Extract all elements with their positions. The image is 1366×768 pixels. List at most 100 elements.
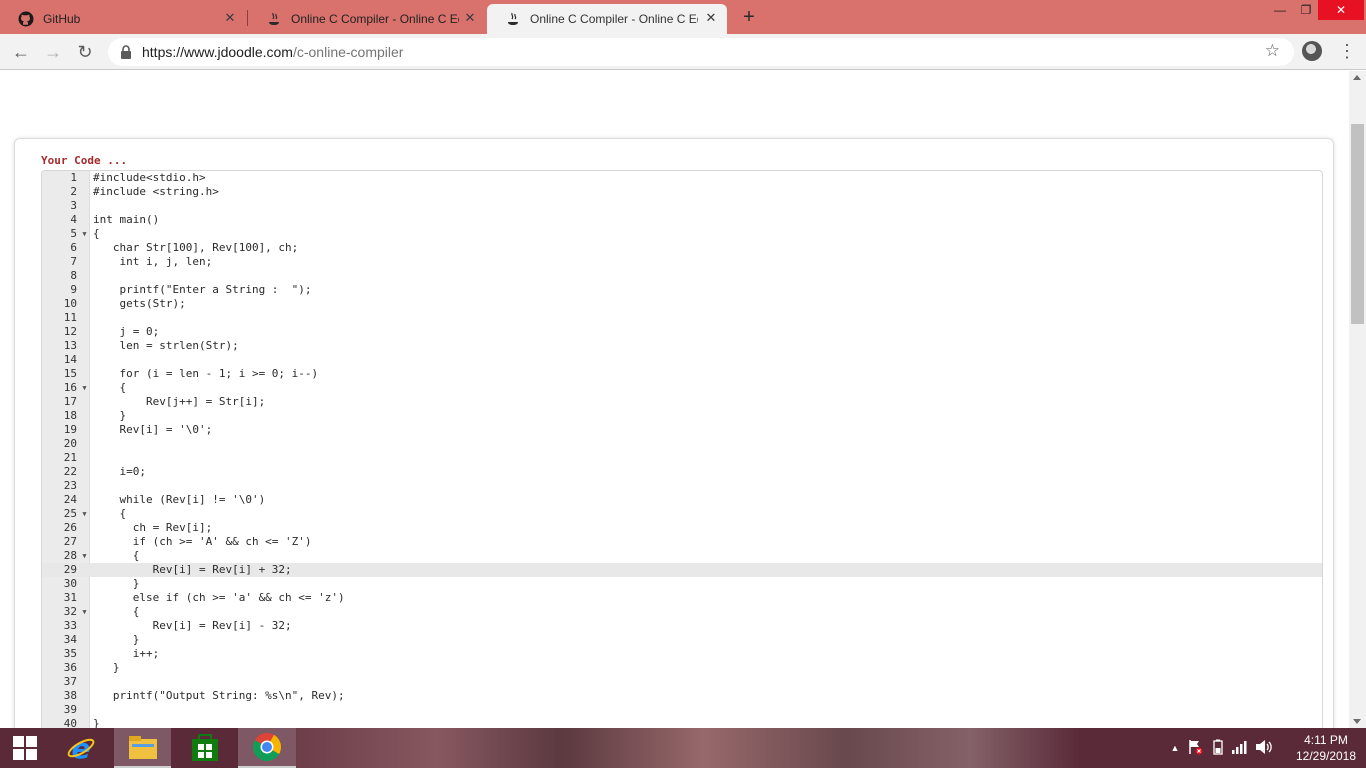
minimize-button[interactable]: —: [1266, 0, 1294, 20]
code-line[interactable]: 16 ▼ {: [42, 381, 1322, 395]
line-number: 14: [63, 353, 77, 366]
line-code-text: Rev[i] = Rev[i] - 32;: [93, 619, 292, 632]
code-line[interactable]: 10 gets(Str);: [42, 297, 1322, 311]
close-tab-icon[interactable]: ✕: [222, 10, 238, 26]
code-line[interactable]: 38 printf("Output String: %s\n", Rev);: [42, 689, 1322, 703]
code-line[interactable]: 28 ▼ {: [42, 549, 1322, 563]
restore-button[interactable]: ❐: [1292, 0, 1320, 20]
new-tab-button[interactable]: +: [739, 6, 759, 28]
code-line[interactable]: 7 int i, j, len;: [42, 255, 1322, 269]
store-icon[interactable]: [180, 728, 230, 768]
line-number: 20: [63, 437, 77, 450]
line-code-text: #include <string.h>: [93, 185, 219, 198]
code-line[interactable]: 30 }: [42, 577, 1322, 591]
code-line[interactable]: 29 Rev[i] = Rev[i] + 32;: [42, 563, 1322, 577]
code-line[interactable]: 4 int main(): [42, 213, 1322, 227]
tab-online-c-compiler-1[interactable]: Online C Compiler - Online C Edi ✕: [248, 4, 486, 34]
scroll-down-arrow-icon[interactable]: [1353, 719, 1361, 724]
line-code-text: ch = Rev[i];: [93, 521, 213, 534]
code-line[interactable]: 36 }: [42, 661, 1322, 675]
scroll-up-arrow-icon[interactable]: [1353, 75, 1361, 80]
code-line[interactable]: 37: [42, 675, 1322, 689]
code-line[interactable]: 23: [42, 479, 1322, 493]
fold-arrow-icon[interactable]: ▼: [80, 549, 89, 563]
fold-arrow-icon[interactable]: ▼: [80, 507, 89, 521]
code-line[interactable]: 18 }: [42, 409, 1322, 423]
code-line[interactable]: 12 j = 0;: [42, 325, 1322, 339]
close-window-button[interactable]: ✕: [1318, 0, 1364, 20]
line-number: 32: [63, 605, 77, 618]
code-line[interactable]: 33 Rev[i] = Rev[i] - 32;: [42, 619, 1322, 633]
code-line[interactable]: 9 printf("Enter a String : ");: [42, 283, 1322, 297]
code-line[interactable]: 25 ▼ {: [42, 507, 1322, 521]
line-code-text: {: [93, 227, 100, 240]
code-line[interactable]: 22 i=0;: [42, 465, 1322, 479]
action-center-flag-icon[interactable]: [1182, 739, 1208, 758]
code-line[interactable]: 6 char Str[100], Rev[100], ch;: [42, 241, 1322, 255]
tab-title: Online C Compiler - Online C Edi: [291, 12, 459, 26]
taskbar-clock[interactable]: 4:11 PM 12/29/2018: [1290, 732, 1362, 764]
more-menu-icon[interactable]: ⋮: [1338, 40, 1356, 62]
code-line[interactable]: 1 #include<stdio.h>: [42, 171, 1322, 185]
profile-avatar[interactable]: [1302, 41, 1322, 61]
fold-arrow-icon[interactable]: ▼: [80, 605, 89, 619]
code-line[interactable]: 24 while (Rev[i] != '\0'): [42, 493, 1322, 507]
code-line[interactable]: 40}: [42, 717, 1322, 728]
code-line[interactable]: 13 len = strlen(Str);: [42, 339, 1322, 353]
lock-icon: [120, 45, 132, 59]
code-line[interactable]: 11: [42, 311, 1322, 325]
code-line[interactable]: 3: [42, 199, 1322, 213]
code-line[interactable]: 8: [42, 269, 1322, 283]
code-line[interactable]: 31 else if (ch >= 'a' && ch <= 'z'): [42, 591, 1322, 605]
close-tab-icon[interactable]: ✕: [462, 10, 478, 26]
line-code-text: }: [93, 409, 127, 422]
volume-icon[interactable]: [1252, 739, 1276, 758]
line-code-text: j = 0;: [93, 325, 160, 338]
bookmark-star-icon[interactable]: ☆: [1265, 41, 1280, 61]
code-line[interactable]: 19 Rev[i] = '\0';: [42, 423, 1322, 437]
battery-icon[interactable]: [1208, 739, 1228, 758]
close-tab-icon[interactable]: ✕: [703, 10, 719, 26]
scroll-thumb[interactable]: [1351, 124, 1364, 324]
internet-explorer-icon[interactable]: e: [56, 728, 106, 768]
line-code-text: int main(): [93, 213, 160, 226]
code-line[interactable]: 21: [42, 451, 1322, 465]
file-explorer-icon[interactable]: [114, 728, 171, 768]
line-number: 6: [70, 241, 77, 254]
code-line[interactable]: 15 for (i = len - 1; i >= 0; i--): [42, 367, 1322, 381]
show-hidden-icons-icon[interactable]: ▲: [1168, 743, 1182, 753]
code-line[interactable]: 35 i++;: [42, 647, 1322, 661]
svg-text:e: e: [72, 733, 91, 763]
code-line[interactable]: 34 }: [42, 633, 1322, 647]
code-line[interactable]: 2 #include <string.h>: [42, 185, 1322, 199]
line-number: 26: [63, 521, 77, 534]
code-line[interactable]: 14: [42, 353, 1322, 367]
forward-button[interactable]: →: [42, 41, 64, 63]
code-line[interactable]: 27 if (ch >= 'A' && ch <= 'Z'): [42, 535, 1322, 549]
url-host: https://www.jdoodle.com: [142, 44, 293, 60]
jdoodle-icon: [266, 11, 282, 27]
fold-arrow-icon[interactable]: ▼: [80, 381, 89, 395]
code-line[interactable]: 17 Rev[j++] = Str[i];: [42, 395, 1322, 409]
code-line[interactable]: 20: [42, 437, 1322, 451]
line-number: 23: [63, 479, 77, 492]
fold-arrow-icon[interactable]: ▼: [80, 227, 89, 241]
back-button[interactable]: ←: [10, 41, 32, 63]
code-line[interactable]: 5 ▼ {: [42, 227, 1322, 241]
reload-button[interactable]: ↻: [74, 41, 96, 63]
chrome-icon[interactable]: [238, 728, 296, 768]
line-number: 34: [63, 633, 77, 646]
code-editor[interactable]: 1 #include<stdio.h> 2 #include <string.h> 3 4…: [41, 170, 1323, 728]
windows-start-icon[interactable]: [0, 728, 50, 768]
code-line[interactable]: 32 ▼ {: [42, 605, 1322, 619]
line-number: 18: [63, 409, 77, 422]
address-bar[interactable]: https://www.jdoodle.com/c-online-compile…: [108, 38, 1294, 66]
network-signal-icon[interactable]: [1228, 740, 1252, 757]
page-scrollbar[interactable]: [1349, 71, 1366, 728]
editor-heading: Your Code ...: [41, 154, 128, 167]
tab-online-c-compiler-2[interactable]: Online C Compiler - Online C Edi ✕: [487, 4, 727, 34]
code-line[interactable]: 39: [42, 703, 1322, 717]
code-line[interactable]: 26 ch = Rev[i];: [42, 521, 1322, 535]
clock-time: 4:11 PM: [1304, 733, 1348, 747]
tab-github[interactable]: GitHub ✕: [0, 4, 246, 34]
